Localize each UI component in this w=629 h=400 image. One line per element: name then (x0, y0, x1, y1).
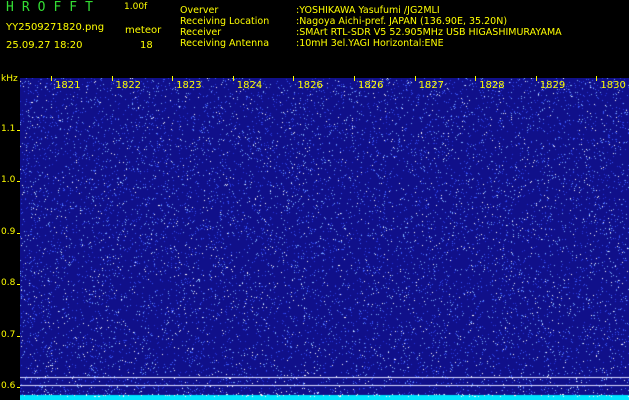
time-tick-mark (111, 76, 113, 81)
time-tick-mark (293, 76, 295, 81)
meteor-count: 18 (140, 40, 153, 51)
y-tick-label: 1.0 (1, 175, 16, 186)
time-tick-mark (596, 76, 598, 81)
time-tick-mark (51, 76, 52, 81)
header: HROFFT 1.00f YY2509271820.png 25.09.27 1… (0, 0, 629, 76)
app-title: HROFFT (6, 0, 101, 15)
info-value: :10mH 3el.YAGI Horizontal:ENE (296, 38, 444, 49)
time-tick-label: 1822 (115, 80, 142, 91)
time-tick-label: 1826 (297, 80, 323, 91)
spectrogram-plot (20, 78, 629, 400)
info-row-observer: Overver :YOSHIKAWA Yasufumi /JG2MLI (180, 5, 562, 16)
info-key: Receiving Antenna (180, 38, 270, 49)
timestamp-label: 25.09.27 18:20 (6, 40, 83, 51)
filename-label: YY2509271820.png (6, 22, 105, 33)
y-tick-label: 1.1 (1, 123, 16, 134)
spectrogram-canvas (20, 78, 629, 400)
info-key: Overver (180, 5, 219, 16)
y-axis-unit-label: kHz (1, 74, 18, 84)
time-tick-label: 1826 (358, 80, 384, 91)
info-key: Receiver (180, 27, 222, 38)
meteor-label: meteor (125, 25, 162, 36)
station-info: Overver :YOSHIKAWA Yasufumi /JG2MLI Recei… (180, 5, 562, 49)
time-tick-label: 1821 (55, 80, 81, 91)
time-tick-label: 1827 (418, 80, 445, 91)
time-tick-mark (232, 76, 234, 81)
y-tick-label: 0.8 (1, 278, 16, 289)
info-value: :SMArt RTL-SDR V5 52.905MHz USB HIGASHIM… (296, 27, 562, 38)
time-tick-mark (414, 76, 416, 81)
info-value: :Nagoya Aichi-pref. JAPAN (136.90E, 35.2… (296, 16, 508, 27)
version-label: 1.00f (124, 2, 148, 12)
y-tick-label: 0.9 (1, 226, 16, 237)
info-row-location: Receiving Location :Nagoya Aichi-pref. JA… (180, 16, 562, 27)
info-value: :YOSHIKAWA Yasufumi /JG2MLI (296, 5, 440, 16)
info-row-antenna: Receiving Antenna :10mH 3el.YAGI Horizont… (180, 38, 562, 49)
time-tick-label: 1830 (600, 80, 626, 91)
time-tick-label: 1823 (176, 80, 202, 91)
time-tick-label: 1828 (479, 80, 505, 91)
time-tick-mark (475, 76, 477, 81)
time-tick-mark (354, 76, 355, 81)
time-tick-label: 1829 (539, 80, 566, 91)
time-tick-mark (535, 76, 537, 81)
time-tick-mark (172, 76, 174, 81)
y-tick-label: 0.7 (1, 329, 16, 340)
info-key: Receiving Location (180, 16, 270, 27)
y-tick-label: 0.6 (1, 381, 16, 392)
info-row-receiver: Receiver :SMArt RTL-SDR V5 52.905MHz USB … (180, 27, 562, 38)
time-tick-label: 1824 (236, 80, 263, 91)
